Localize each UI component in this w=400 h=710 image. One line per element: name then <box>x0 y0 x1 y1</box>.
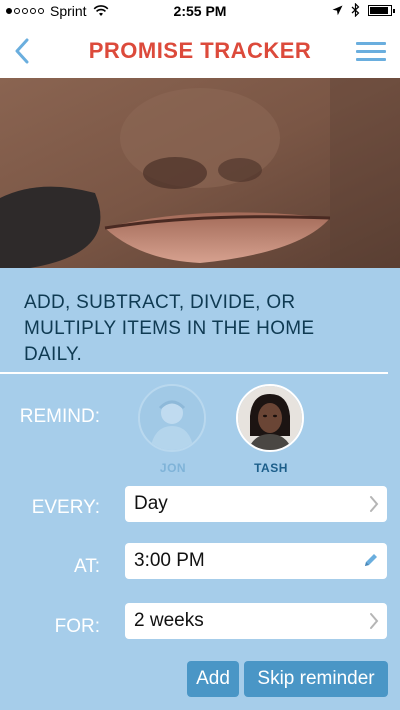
chevron-right-icon <box>370 613 379 629</box>
duration-value: 2 weeks <box>134 610 204 631</box>
bluetooth-icon <box>351 3 360 17</box>
chevron-right-icon <box>370 496 379 512</box>
menu-button[interactable] <box>356 42 386 64</box>
remind-person-tash[interactable]: TASH <box>236 384 306 475</box>
for-label: FOR: <box>54 616 100 637</box>
pencil-icon <box>365 554 377 566</box>
hero-photo-image <box>0 78 400 268</box>
every-label: EVERY: <box>31 497 100 518</box>
every-value: Day <box>134 493 168 514</box>
avatar-jon <box>138 384 206 452</box>
time-field[interactable]: 3:00 PM <box>125 543 387 579</box>
status-right <box>332 3 395 17</box>
add-button[interactable]: Add <box>187 661 239 697</box>
location-arrow-icon <box>332 5 343 15</box>
hamburger-menu-icon <box>356 42 386 45</box>
task-title: ADD, SUBTRACT, DIVIDE, OR MULTIPLY ITEMS… <box>24 292 315 365</box>
remind-label: REMIND: <box>19 406 100 427</box>
person-name-tash: TASH <box>254 461 288 475</box>
time-value: 3:00 PM <box>134 550 205 571</box>
every-select[interactable]: Day <box>125 486 387 522</box>
nav-bar: PROMISE TRACKER <box>0 22 400 78</box>
at-label: AT: <box>73 556 100 577</box>
duration-select[interactable]: 2 weeks <box>125 603 387 639</box>
avatar-tash <box>236 384 304 452</box>
hero-photo <box>0 78 400 268</box>
battery-icon <box>368 4 395 16</box>
person-name-jon: JON <box>159 461 187 475</box>
status-bar: Sprint 2:55 PM <box>0 0 400 22</box>
skip-reminder-button[interactable]: Skip reminder <box>244 661 388 697</box>
app-title: PROMISE TRACKER <box>88 38 312 63</box>
remind-person-jon[interactable]: JON <box>138 384 208 475</box>
divider <box>0 372 388 374</box>
